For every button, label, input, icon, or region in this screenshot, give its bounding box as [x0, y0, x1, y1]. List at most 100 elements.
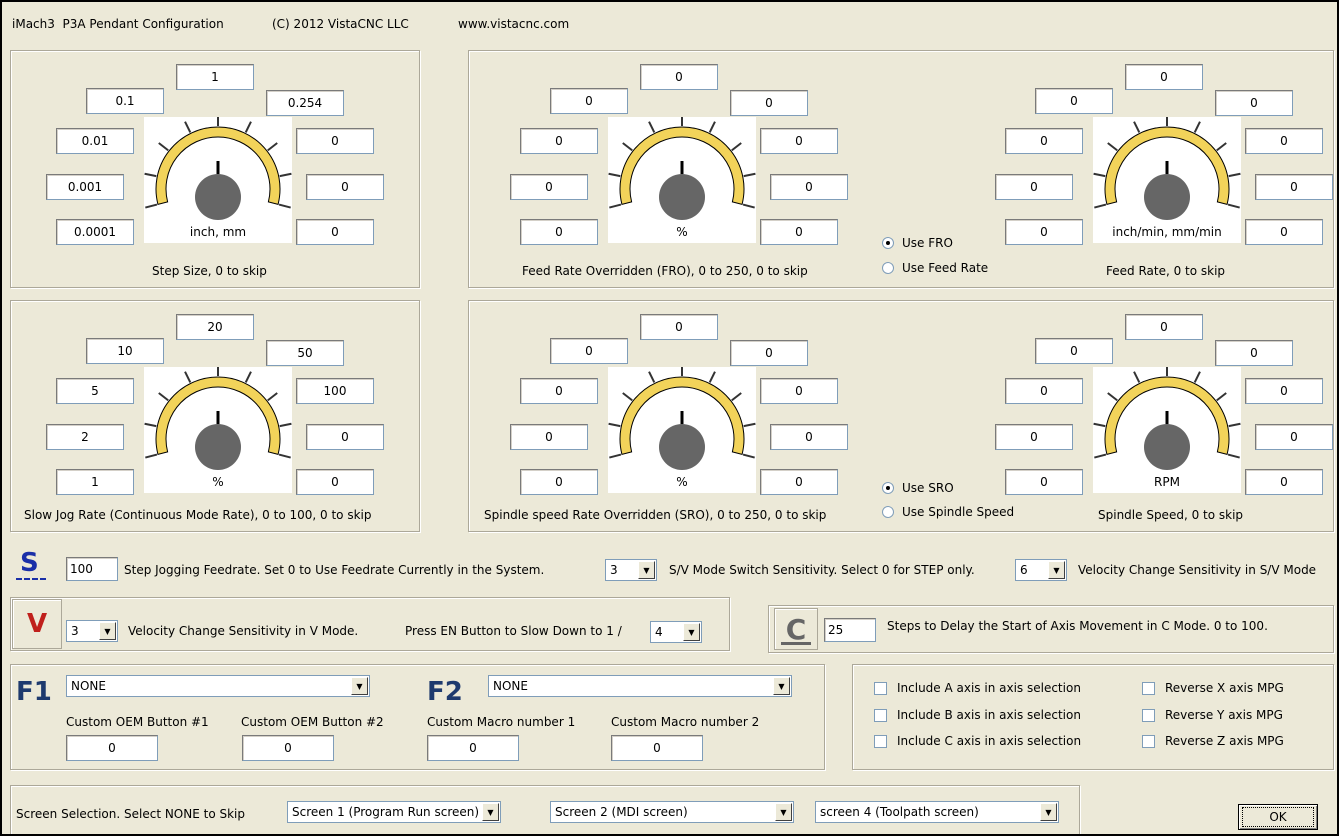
slowjog-value-input-4[interactable]: 0: [306, 424, 384, 450]
chevron-down-icon[interactable]: ▼: [351, 677, 368, 695]
sro-value-input-2[interactable]: 0: [730, 340, 808, 366]
fro-value-input-8[interactable]: 0: [520, 128, 598, 154]
feedrate-value-input-1[interactable]: 0: [1125, 64, 1203, 90]
dial-tick: [1228, 172, 1241, 178]
feedrate-value-input-2[interactable]: 0: [1215, 90, 1293, 116]
chevron-down-icon[interactable]: ▼: [1048, 561, 1065, 579]
feedrate-value-input-3[interactable]: 0: [1245, 128, 1323, 154]
sro-value-input-1[interactable]: 0: [640, 314, 718, 340]
fro-value-input-5[interactable]: 0: [760, 219, 838, 245]
feedrate-value-input-5[interactable]: 0: [1245, 219, 1323, 245]
dial-knob: [659, 424, 705, 470]
step-value-input-6[interactable]: 0.0001: [56, 219, 134, 245]
screen3-select[interactable]: screen 4 (Toolpath screen) ▼: [815, 801, 1059, 823]
spindle-value-input-5[interactable]: 0: [1245, 469, 1323, 495]
fro-value-input-7[interactable]: 0: [510, 174, 588, 200]
reverse-x-mpg-checkbox[interactable]: Reverse X axis MPG: [1142, 681, 1284, 695]
slowjog-value-input-8[interactable]: 5: [56, 378, 134, 404]
step-value-input-4[interactable]: 0: [306, 174, 384, 200]
sro-value-input-5[interactable]: 0: [760, 469, 838, 495]
step-value-input-2[interactable]: 0.254: [266, 90, 344, 116]
macro2-input[interactable]: 0: [611, 735, 703, 761]
c-mode-icon: C: [774, 608, 818, 650]
include-c-axis-checkbox[interactable]: Include C axis in axis selection: [874, 734, 1081, 748]
sro-value-input-7[interactable]: 0: [510, 424, 588, 450]
feedrate-value-input-8[interactable]: 0: [1005, 128, 1083, 154]
fro-value-input-2[interactable]: 0: [730, 90, 808, 116]
step-value-input-7[interactable]: 0.001: [46, 174, 124, 200]
step-value-input-8[interactable]: 0.01: [56, 128, 134, 154]
fro-value-input-3[interactable]: 0: [760, 128, 838, 154]
macro1-input[interactable]: 0: [427, 735, 519, 761]
fro-value-input-6[interactable]: 0: [520, 219, 598, 245]
slowjog-value-input-5[interactable]: 0: [296, 469, 374, 495]
screen1-select[interactable]: Screen 1 (Program Run screen) ▼: [287, 801, 501, 823]
slowjog-value-input-6[interactable]: 1: [56, 469, 134, 495]
checkbox-box: [1142, 681, 1155, 695]
spindle-value-input-1[interactable]: 0: [1125, 314, 1203, 340]
sro-value-input-4[interactable]: 0: [770, 424, 848, 450]
fro-value-input-9[interactable]: 0: [550, 88, 628, 114]
spindle-value-input-7[interactable]: 0: [995, 424, 1073, 450]
sro-value-input-8[interactable]: 0: [520, 378, 598, 404]
c-delay-input[interactable]: 25: [824, 618, 876, 642]
step-value-input-5[interactable]: 0: [296, 219, 374, 245]
chevron-down-icon[interactable]: ▼: [482, 803, 499, 821]
spindle-value-input-2[interactable]: 0: [1215, 340, 1293, 366]
fro-caption: Feed Rate Overridden (FRO), 0 to 250, 0 …: [522, 264, 808, 278]
use-spindle-speed-radio[interactable]: Use Spindle Speed: [882, 505, 1014, 519]
step-value-input-3[interactable]: 0: [296, 128, 374, 154]
dial-tick: [1093, 422, 1106, 428]
sro-value-input-6[interactable]: 0: [520, 469, 598, 495]
screen2-select[interactable]: Screen 2 (MDI screen) ▼: [550, 801, 794, 823]
checkbox-label: Reverse X axis MPG: [1165, 681, 1284, 695]
include-b-axis-checkbox[interactable]: Include B axis in axis selection: [874, 708, 1081, 722]
ok-button[interactable]: OK: [1238, 804, 1318, 830]
sv-velocity-select[interactable]: 6 ▼: [1015, 559, 1067, 581]
step-value-input-9[interactable]: 0.1: [86, 88, 164, 114]
dial-tick: [1094, 453, 1107, 459]
step-jog-feedrate-input[interactable]: 100: [66, 557, 118, 581]
fro-value-input-1[interactable]: 0: [640, 64, 718, 90]
spindle-value-input-6[interactable]: 0: [1005, 469, 1083, 495]
fro-value-input-4[interactable]: 0: [770, 174, 848, 200]
chevron-down-icon[interactable]: ▼: [1040, 803, 1057, 821]
include-a-axis-checkbox[interactable]: Include A axis in axis selection: [874, 681, 1081, 695]
oem2-input[interactable]: 0: [242, 735, 334, 761]
feedrate-value-input-6[interactable]: 0: [1005, 219, 1083, 245]
sro-value-input-3[interactable]: 0: [760, 378, 838, 404]
checkbox-box: [874, 734, 887, 748]
oem1-input[interactable]: 0: [66, 735, 158, 761]
slowjog-value-input-9[interactable]: 10: [86, 338, 164, 364]
step-value-input-1[interactable]: 1: [176, 64, 254, 90]
chevron-down-icon[interactable]: ▼: [638, 561, 655, 579]
slowjog-value-input-2[interactable]: 50: [266, 340, 344, 366]
f2-select[interactable]: NONE ▼: [488, 675, 792, 697]
spindle-value-input-9[interactable]: 0: [1035, 338, 1113, 364]
step-dial: inch, mm: [144, 114, 292, 243]
dial-tick: [1228, 422, 1241, 428]
slowjog-value-input-1[interactable]: 20: [176, 314, 254, 340]
sv-sensitivity-select[interactable]: 3 ▼: [605, 559, 657, 581]
reverse-y-mpg-checkbox[interactable]: Reverse Y axis MPG: [1142, 708, 1283, 722]
feedrate-value-input-9[interactable]: 0: [1035, 88, 1113, 114]
spindle-value-input-8[interactable]: 0: [1005, 378, 1083, 404]
use-feedrate-radio[interactable]: Use Feed Rate: [882, 261, 988, 275]
sro-value-input-9[interactable]: 0: [550, 338, 628, 364]
spindle-value-input-3[interactable]: 0: [1245, 378, 1323, 404]
select-value: NONE: [71, 679, 106, 693]
chevron-down-icon[interactable]: ▼: [775, 803, 792, 821]
slowjog-value-input-7[interactable]: 2: [46, 424, 124, 450]
feedrate-value-input-4[interactable]: 0: [1255, 174, 1333, 200]
feedrate-value-input-7[interactable]: 0: [995, 174, 1073, 200]
dial-tick: [731, 392, 742, 402]
use-sro-radio[interactable]: Use SRO: [882, 481, 954, 495]
use-fro-radio[interactable]: Use FRO: [882, 236, 953, 250]
slowjog-value-input-3[interactable]: 100: [296, 378, 374, 404]
f1-select[interactable]: NONE ▼: [66, 675, 370, 697]
chevron-down-icon[interactable]: ▼: [773, 677, 790, 695]
dial-tick: [144, 422, 157, 428]
dial-tick: [184, 121, 192, 133]
reverse-z-mpg-checkbox[interactable]: Reverse Z axis MPG: [1142, 734, 1284, 748]
spindle-value-input-4[interactable]: 0: [1255, 424, 1333, 450]
